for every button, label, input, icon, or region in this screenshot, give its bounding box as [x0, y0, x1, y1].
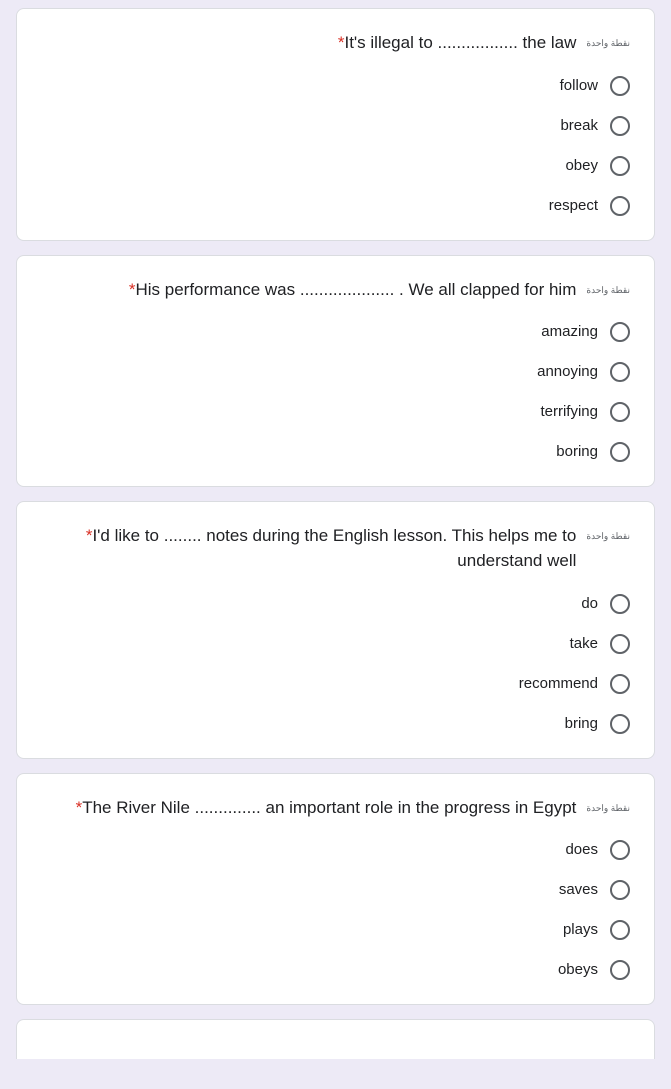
question-header: *His performance was ...................… [41, 278, 630, 303]
question-sentence: His performance was ....................… [135, 279, 577, 299]
options-group: follow break obey respect [41, 75, 630, 216]
radio-button-icon[interactable] [610, 633, 630, 654]
option-row[interactable]: obeys [41, 960, 630, 981]
option-row[interactable]: take [41, 633, 630, 654]
option-label: recommend [518, 674, 598, 692]
question-card: *His performance was ...................… [16, 254, 655, 488]
question-sentence: I'd like to ........ notes during the En… [92, 526, 577, 570]
option-label: bring [564, 714, 598, 732]
radio-button-icon[interactable] [610, 75, 630, 96]
option-label: saves [558, 881, 598, 899]
option-row[interactable]: does [41, 840, 630, 861]
question-card: *It's illegal to ................. the l… [16, 8, 655, 241]
option-label: does [565, 841, 598, 859]
option-row[interactable]: amazing [41, 322, 630, 343]
radio-button-icon[interactable] [610, 442, 630, 463]
radio-button-icon[interactable] [610, 115, 630, 136]
points-label: نقطة واحدة [586, 802, 630, 813]
option-row[interactable]: recommend [41, 673, 630, 694]
option-row[interactable]: respect [41, 195, 630, 216]
option-label: annoying [537, 363, 598, 381]
question-card: *I'd like to ........ notes during the E… [16, 501, 655, 759]
question-header: *I'd like to ........ notes during the E… [41, 524, 630, 573]
question-sentence: The River Nile .............. an importa… [82, 797, 577, 817]
options-group: do take recommend bring [41, 593, 630, 734]
option-row[interactable]: break [41, 115, 630, 136]
radio-button-icon[interactable] [610, 195, 630, 216]
radio-button-icon[interactable] [610, 960, 630, 981]
option-row[interactable]: annoying [41, 362, 630, 383]
option-row[interactable]: obey [41, 155, 630, 176]
option-row[interactable]: follow [41, 75, 630, 96]
question-card: *The River Nile .............. an import… [16, 772, 655, 1006]
points-label: نقطة واحدة [586, 531, 630, 542]
radio-button-icon[interactable] [610, 593, 630, 614]
radio-button-icon[interactable] [610, 362, 630, 383]
option-row[interactable]: boring [41, 442, 630, 463]
option-label: terrifying [540, 403, 598, 421]
radio-button-icon[interactable] [610, 840, 630, 861]
option-label: amazing [541, 323, 598, 341]
option-label: obey [565, 156, 598, 174]
option-label: obeys [557, 961, 598, 979]
points-label: نقطة واحدة [586, 284, 630, 295]
question-text: *It's illegal to ................. the l… [41, 31, 577, 56]
option-row[interactable]: do [41, 593, 630, 614]
radio-button-icon[interactable] [610, 402, 630, 423]
question-text: *His performance was ...................… [41, 278, 577, 303]
question-header: *The River Nile .............. an import… [41, 796, 630, 821]
option-label: plays [562, 921, 598, 939]
radio-button-icon[interactable] [610, 322, 630, 343]
question-header: *It's illegal to ................. the l… [41, 31, 630, 56]
question-sentence: It's illegal to ................. the la… [344, 33, 577, 52]
radio-button-icon[interactable] [610, 920, 630, 941]
option-label: follow [559, 76, 598, 94]
option-row[interactable]: saves [41, 880, 630, 901]
option-row[interactable]: terrifying [41, 402, 630, 423]
option-label: do [581, 594, 598, 612]
question-card-partial [16, 1019, 655, 1060]
radio-button-icon[interactable] [610, 673, 630, 694]
question-text: *I'd like to ........ notes during the E… [41, 524, 577, 573]
options-group: amazing annoying terrifying boring [41, 322, 630, 463]
option-row[interactable]: plays [41, 920, 630, 941]
options-group: does saves plays obeys [41, 840, 630, 981]
option-row[interactable]: bring [41, 713, 630, 734]
option-label: boring [556, 443, 598, 461]
quiz-form: *It's illegal to ................. the l… [0, 0, 671, 1060]
question-text: *The River Nile .............. an import… [41, 796, 577, 821]
radio-button-icon[interactable] [610, 880, 630, 901]
radio-button-icon[interactable] [610, 713, 630, 734]
option-label: break [560, 116, 598, 134]
radio-button-icon[interactable] [610, 155, 630, 176]
option-label: take [569, 634, 598, 652]
option-label: respect [548, 196, 598, 214]
points-label: نقطة واحدة [586, 38, 630, 48]
